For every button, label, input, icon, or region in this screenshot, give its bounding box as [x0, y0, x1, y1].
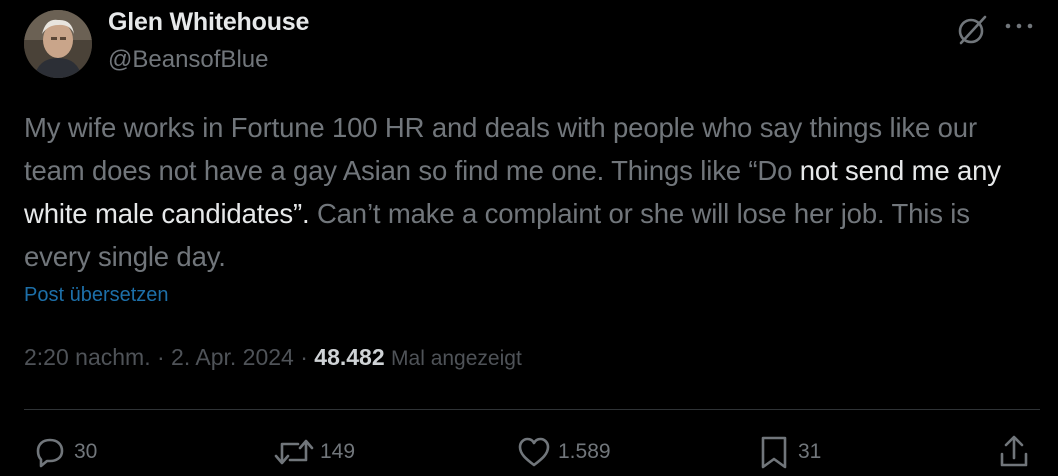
author-name[interactable]: Glen Whitehouse: [108, 8, 309, 37]
heart-icon: [518, 437, 550, 467]
repost-button[interactable]: 149: [272, 432, 355, 472]
avatar[interactable]: [24, 10, 92, 78]
divider: [24, 409, 1040, 410]
views-label: Mal angezeigt: [391, 347, 522, 370]
like-button[interactable]: 1.589: [514, 432, 611, 472]
bookmark-icon: [761, 436, 787, 469]
post-card: Glen Whitehouse @BeansofBlue My wife wor…: [0, 0, 1058, 476]
share-icon: [1000, 435, 1028, 467]
repost-icon: [274, 439, 314, 465]
repost-count: 149: [320, 440, 356, 463]
author-handle[interactable]: @BeansofBlue: [108, 46, 268, 74]
profile-photo-icon: [24, 10, 92, 78]
post-time[interactable]: 2:20 nachm.: [24, 344, 151, 370]
meta-separator: ·: [150, 344, 172, 370]
meta-separator: ·: [293, 344, 315, 370]
tweet-text: My wife works in Fortune 100 HR and deal…: [24, 106, 1034, 278]
like-count: 1.589: [558, 440, 611, 463]
translate-link[interactable]: Post übersetzen: [24, 284, 169, 307]
reply-button[interactable]: 30: [30, 432, 97, 472]
reply-icon: [36, 438, 64, 468]
post-meta: 2:20 nachm. · 2. Apr. 2024 · 48.482 Mal …: [24, 344, 522, 371]
views-count: 48.482: [314, 344, 385, 370]
bookmark-count: 31: [798, 440, 822, 463]
reply-count: 30: [74, 440, 98, 463]
more-dots-icon[interactable]: [1002, 12, 1036, 42]
grok-icon[interactable]: [954, 12, 990, 48]
post-date[interactable]: 2. Apr. 2024: [171, 344, 294, 370]
bookmark-button[interactable]: 31: [754, 432, 821, 472]
share-button[interactable]: [994, 432, 1034, 472]
